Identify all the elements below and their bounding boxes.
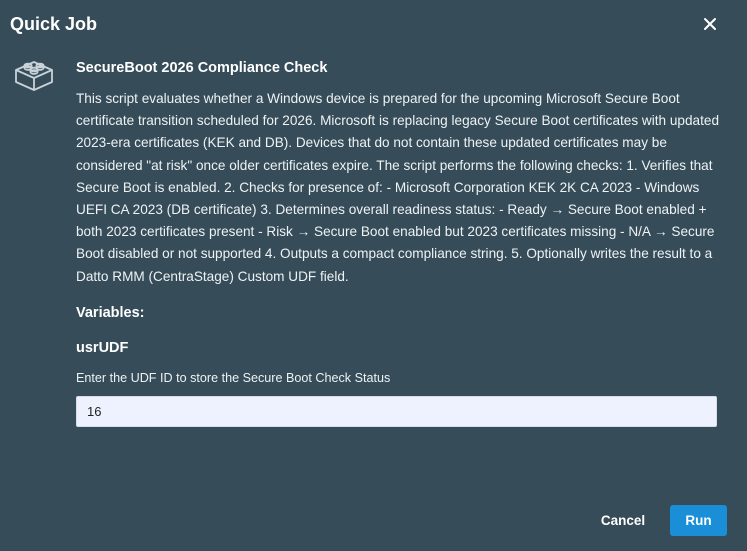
variable-name: usrUDF bbox=[76, 339, 129, 356]
script-title: SecureBoot 2026 Compliance Check bbox=[76, 60, 328, 76]
variables-heading: Variables: bbox=[76, 304, 145, 321]
quick-job-dialog: Quick Job SecureBoot 2026 Compliance Che… bbox=[0, 0, 747, 551]
component-block-icon bbox=[12, 56, 56, 96]
script-description: This script evaluates whether a Windows … bbox=[76, 91, 720, 284]
dialog-title: Quick Job bbox=[10, 14, 98, 34]
variable-description: Enter the UDF ID to store the Secure Boo… bbox=[76, 370, 391, 385]
cancel-button[interactable]: Cancel bbox=[590, 505, 656, 536]
script-details: SecureBoot 2026 Compliance Check This sc… bbox=[76, 59, 728, 386]
udf-id-input[interactable] bbox=[76, 396, 717, 427]
run-button[interactable]: Run bbox=[670, 505, 727, 536]
close-icon[interactable] bbox=[699, 13, 721, 35]
